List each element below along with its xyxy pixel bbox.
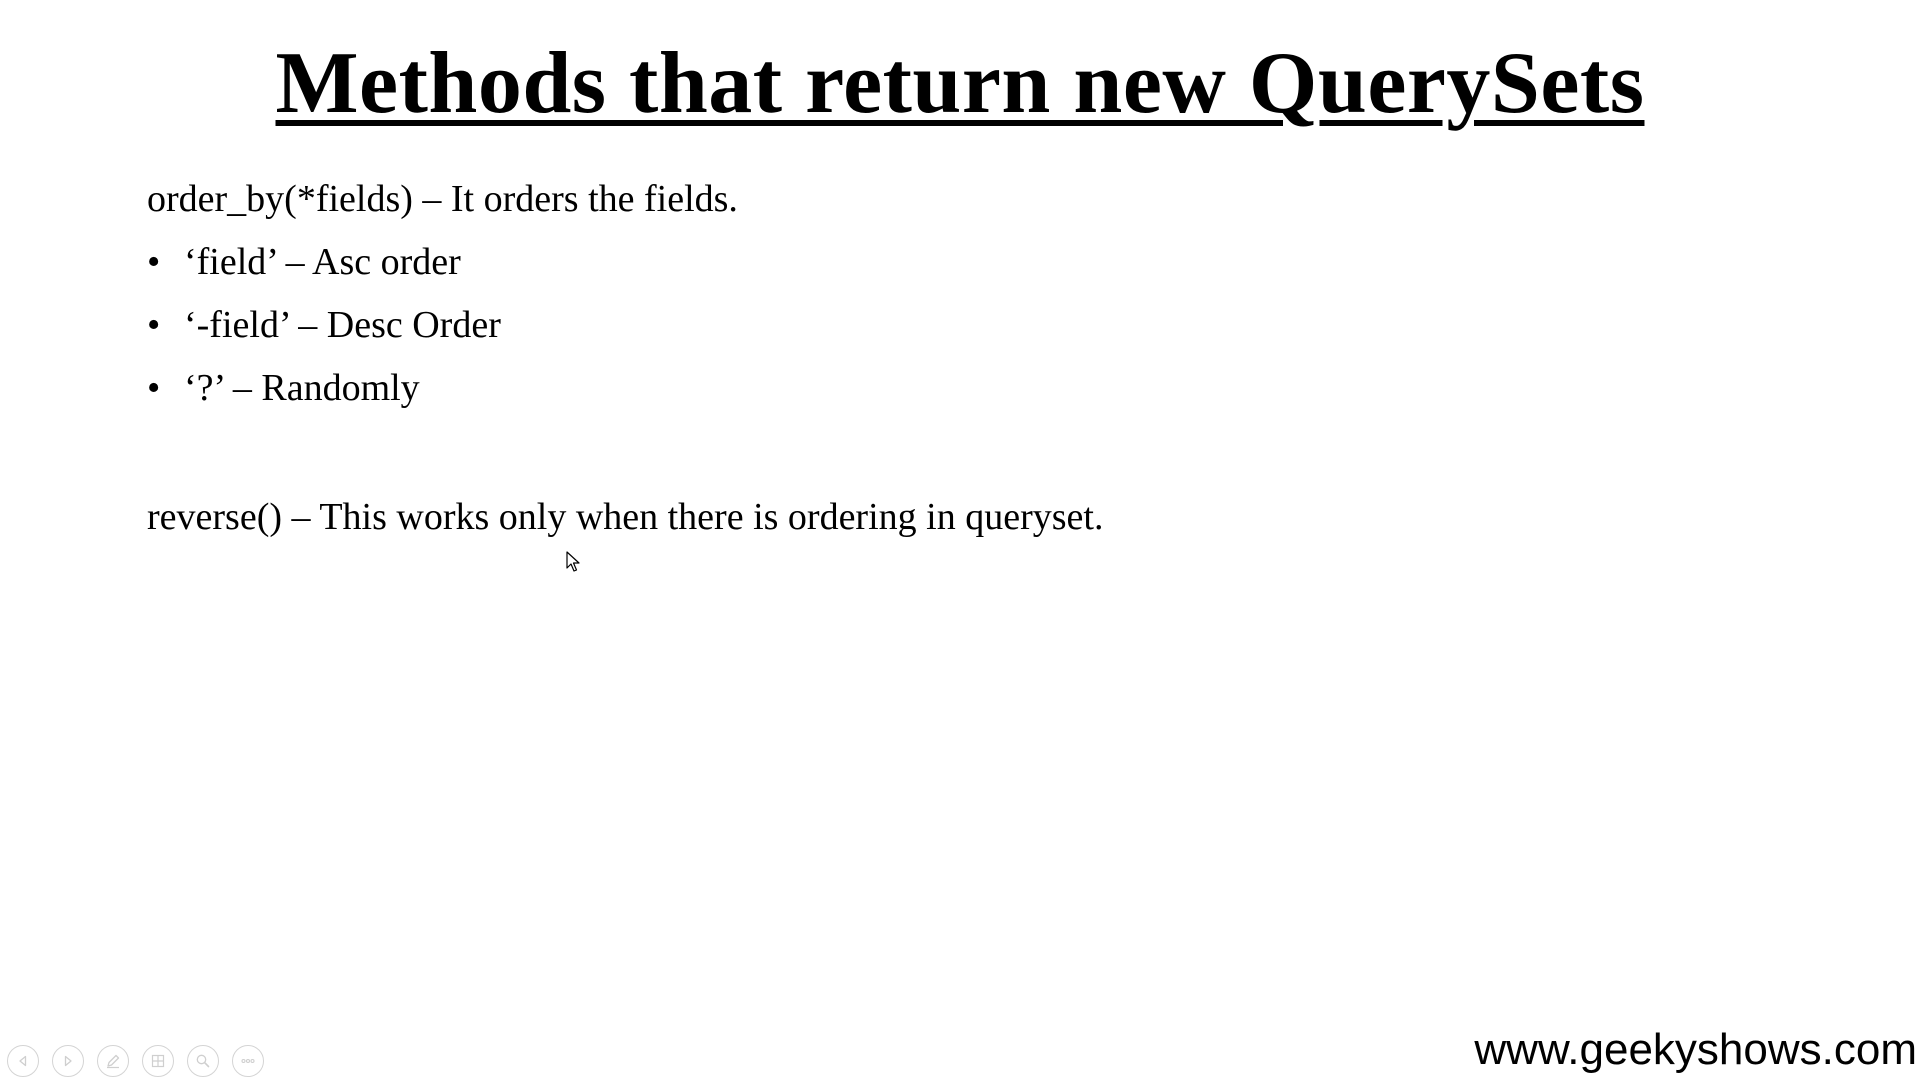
slides-icon bbox=[151, 1054, 165, 1068]
next-icon bbox=[64, 1055, 72, 1067]
slide-title: Methods that return new QuerySets bbox=[275, 35, 1645, 132]
zoom-button[interactable] bbox=[187, 1045, 219, 1077]
next-slide-button[interactable] bbox=[52, 1045, 84, 1077]
order-by-description: order_by(*fields) – It orders the fields… bbox=[147, 178, 738, 220]
pen-tool-button[interactable] bbox=[97, 1045, 129, 1077]
see-all-slides-button[interactable] bbox=[142, 1045, 174, 1077]
bullet-text: ‘?’ – Randomly bbox=[184, 367, 420, 409]
bullet-text: ‘field’ – Asc order bbox=[184, 241, 461, 283]
bullet-text: ‘-field’ – Desc Order bbox=[184, 304, 501, 346]
previous-icon bbox=[19, 1055, 27, 1067]
bullet-marker: • bbox=[147, 241, 161, 283]
footer-url: www.geekyshows.com bbox=[1474, 1025, 1917, 1074]
slide-canvas: Methods that return new QuerySets order_… bbox=[0, 0, 1920, 1080]
more-options-button[interactable] bbox=[232, 1045, 264, 1077]
mouse-pointer-icon bbox=[566, 551, 582, 573]
bullet-marker: • bbox=[147, 367, 161, 409]
bullet-marker: • bbox=[147, 304, 161, 346]
more-icon bbox=[241, 1058, 255, 1064]
pen-icon bbox=[107, 1054, 120, 1069]
slideshow-controls bbox=[7, 1045, 264, 1079]
previous-slide-button[interactable] bbox=[7, 1045, 39, 1077]
zoom-icon bbox=[196, 1054, 210, 1068]
reverse-description: reverse() – This works only when there i… bbox=[147, 496, 1104, 538]
